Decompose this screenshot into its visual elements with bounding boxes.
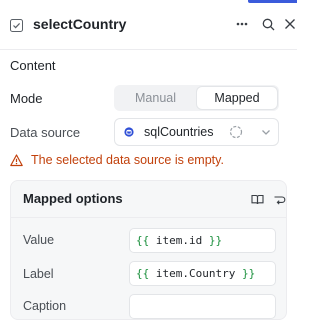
expr-open: {{ [136, 267, 150, 280]
wrap-icon[interactable] [273, 193, 286, 206]
expr-close: }} [241, 267, 256, 280]
expr-close: }} [208, 234, 223, 247]
warning-icon [10, 153, 23, 166]
loading-icon [229, 125, 243, 139]
mapped-options-title: Mapped options [23, 191, 123, 206]
value-field-label: Value [23, 233, 55, 247]
select-component-icon [10, 19, 23, 32]
mode-option-manual[interactable]: Manual [114, 85, 197, 111]
data-source-label: Data source [10, 125, 81, 140]
label-field-label: Label [23, 267, 54, 281]
mode-toggle: Manual Mapped [114, 85, 279, 111]
mapped-options-card: Mapped options Value {{ item.id }} Label… [10, 180, 287, 320]
mode-option-mapped[interactable]: Mapped [197, 87, 277, 109]
data-source-select[interactable]: sqlCountries [114, 118, 279, 146]
more-icon [236, 22, 248, 26]
close-icon [285, 19, 295, 29]
label-expression-input[interactable]: {{ item.Country }} [129, 261, 276, 286]
database-icon [124, 127, 134, 137]
page-title: selectCountry [33, 16, 127, 32]
data-source-value: sqlCountries [144, 125, 214, 139]
empty-source-warning: The selected data source is empty. [10, 153, 224, 167]
mode-label: Mode [10, 91, 43, 106]
caption-expression-input[interactable] [129, 294, 276, 319]
content-section-label: Content [10, 58, 56, 73]
close-button[interactable] [281, 15, 299, 33]
book-icon[interactable] [251, 193, 264, 206]
expr-open: {{ [136, 234, 150, 247]
warning-text: The selected data source is empty. [31, 153, 224, 167]
search-icon [262, 18, 274, 30]
expr-text: item.id [149, 234, 209, 247]
caption-field-label: Caption [23, 299, 67, 313]
chevron-down-icon [262, 130, 270, 135]
value-expression-input[interactable]: {{ item.id }} [129, 228, 276, 253]
search-button[interactable] [259, 15, 277, 33]
expr-text: item.Country [149, 267, 242, 280]
panel-header: selectCountry [0, 0, 297, 50]
mapped-options-header: Mapped options [11, 181, 286, 218]
more-button[interactable] [233, 15, 251, 33]
